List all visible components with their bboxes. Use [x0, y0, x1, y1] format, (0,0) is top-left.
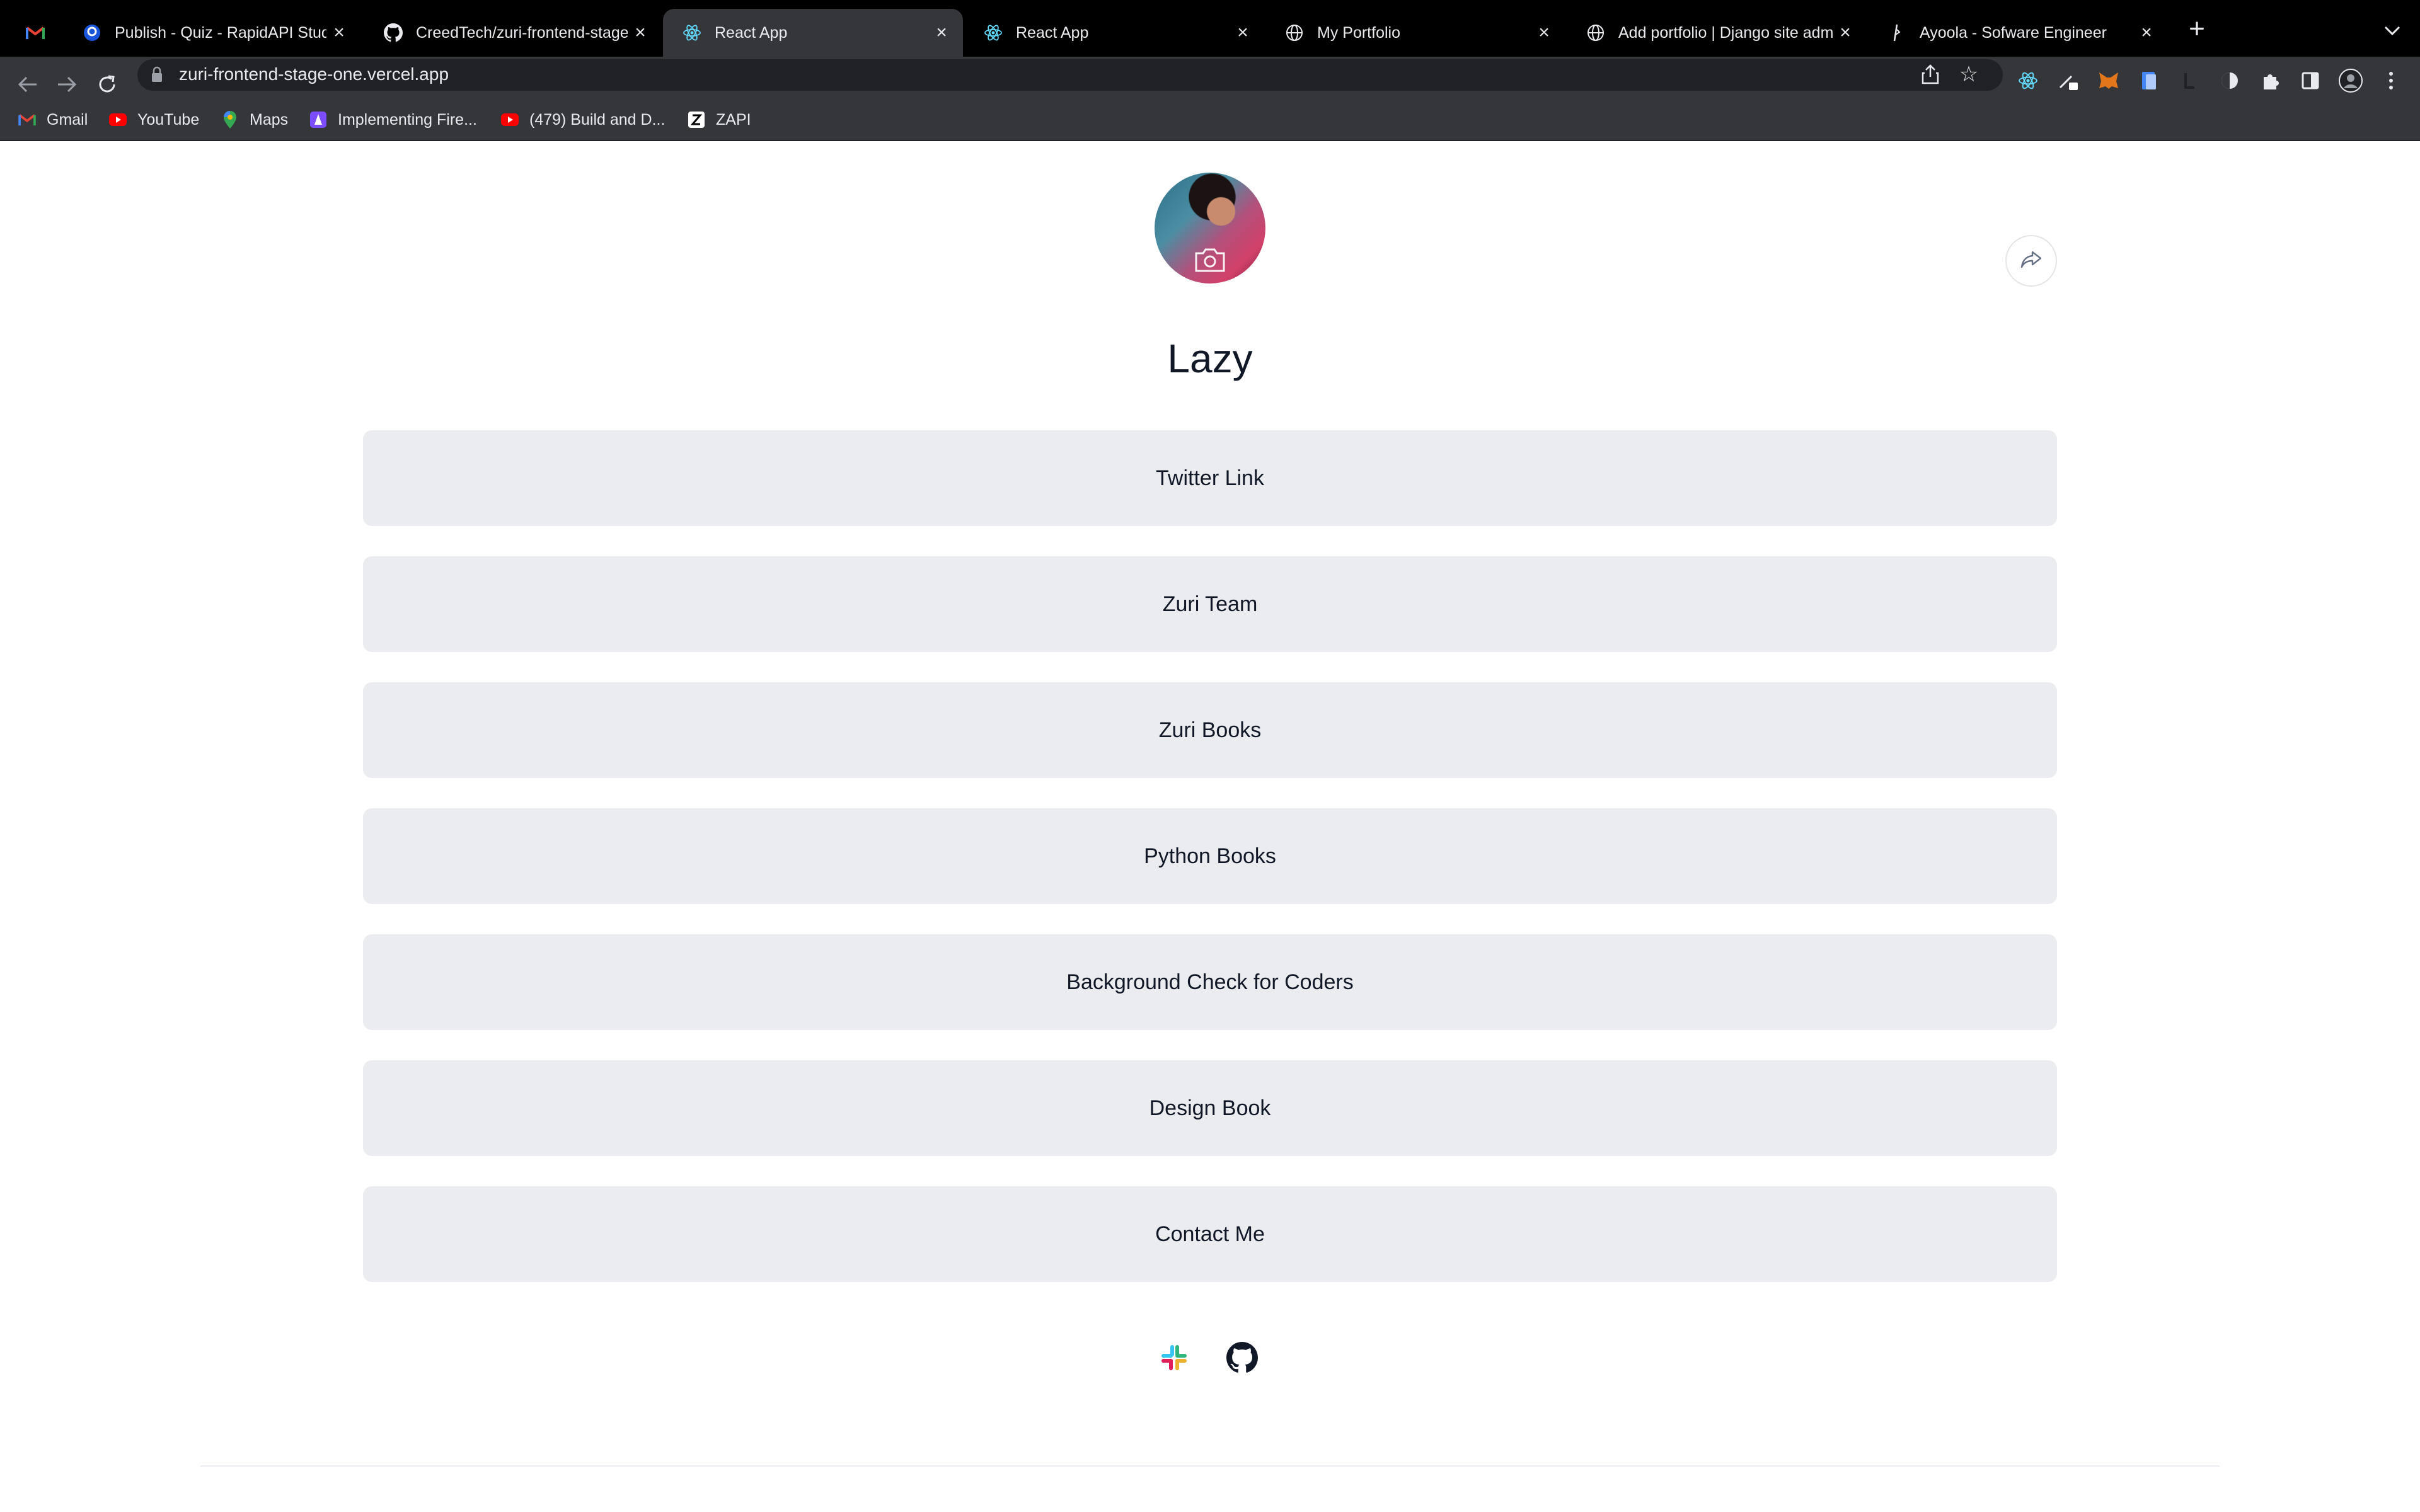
link-design-book[interactable]: Design Book	[363, 1060, 2057, 1156]
react-icon	[983, 23, 1003, 43]
youtube-icon	[500, 110, 519, 129]
maps-icon	[221, 110, 239, 129]
link-background-check[interactable]: Background Check for Coders	[363, 934, 2057, 1030]
bookmark-label: (479) Build and D...	[529, 110, 666, 129]
tab-title: My Portfolio	[1317, 23, 1400, 42]
links-list: Twitter Link Zuri Team Zuri Books Python…	[363, 430, 2057, 1312]
tab-ayoola[interactable]: Ayoola - Sofware Engineer ×	[1868, 9, 2168, 57]
close-icon[interactable]: ×	[1833, 20, 1858, 45]
share-page-icon[interactable]	[1920, 64, 1942, 86]
tab-title: React App	[715, 23, 788, 42]
firebase-icon	[309, 110, 328, 129]
profile-name: Lazy	[1167, 336, 1253, 381]
dark-mode-icon[interactable]	[2217, 68, 2242, 93]
tab-strip: Publish - Quiz - RapidAPI Studio × Creed…	[0, 0, 2420, 57]
tab-react-app-active[interactable]: React App ×	[663, 9, 963, 57]
tab-search-chevron-icon[interactable]	[2378, 16, 2406, 44]
close-icon[interactable]: ×	[929, 20, 954, 45]
close-icon[interactable]: ×	[1531, 20, 1557, 45]
ayoola-icon	[1887, 23, 1907, 43]
tab-title: CreedTech/zuri-frontend-stage-one	[416, 23, 628, 42]
link-python-books[interactable]: Python Books	[363, 808, 2057, 904]
extensions-puzzle-icon[interactable]	[2257, 68, 2283, 93]
share-button[interactable]	[2005, 235, 2057, 287]
bookmark-build-and-d[interactable]: (479) Build and D...	[500, 107, 665, 132]
docs-extension-icon[interactable]	[2136, 68, 2162, 93]
profile-avatar-icon[interactable]	[2338, 68, 2363, 93]
forward-icon[interactable]	[50, 68, 83, 101]
react-devtools-icon[interactable]	[2015, 68, 2041, 93]
share-icon	[2020, 250, 2043, 272]
footer-divider	[200, 1465, 2220, 1467]
globe-icon	[1284, 23, 1305, 43]
url-text[interactable]: zuri-frontend-stage-one.vercel.app	[179, 64, 449, 84]
link-twitter[interactable]: Twitter Link	[363, 430, 2057, 526]
bookmark-zapi[interactable]: ZAPI	[687, 107, 751, 132]
tab-github[interactable]: CreedTech/zuri-frontend-stage-one ×	[364, 9, 662, 57]
l-extension-icon[interactable]	[2177, 68, 2202, 93]
lock-icon[interactable]	[151, 66, 163, 84]
metamask-icon[interactable]	[2096, 68, 2121, 93]
address-bar[interactable]: zuri-frontend-stage-one.vercel.app ☆	[137, 59, 2003, 91]
gmail-icon	[18, 110, 37, 129]
chrome-menu-icon[interactable]	[2378, 68, 2404, 93]
bookmark-label: ZAPI	[716, 110, 751, 129]
tab-title: React App	[1016, 23, 1089, 42]
extension-pen-icon[interactable]	[2056, 68, 2081, 93]
back-icon[interactable]	[11, 68, 44, 101]
link-contact-me[interactable]: Contact Me	[363, 1186, 2057, 1282]
bookmark-implementing-fire[interactable]: Implementing Fire...	[309, 107, 477, 132]
tab-django-admin[interactable]: Add portfolio | Django site admin ×	[1567, 9, 1867, 57]
youtube-icon	[108, 110, 127, 129]
github-icon	[383, 23, 403, 43]
profile-avatar[interactable]	[1155, 173, 1265, 284]
bookmark-label: Maps	[250, 110, 289, 129]
globe-icon	[1586, 23, 1606, 43]
side-panel-icon[interactable]	[2298, 68, 2323, 93]
close-icon[interactable]: ×	[628, 20, 653, 45]
tab-react-app[interactable]: React App ×	[964, 9, 1264, 57]
camera-icon[interactable]	[1194, 247, 1226, 273]
react-icon	[682, 23, 702, 43]
reload-icon[interactable]	[91, 68, 124, 101]
bookmark-youtube[interactable]: YouTube	[108, 107, 199, 132]
rapidapi-icon	[82, 23, 102, 43]
link-zuri-team[interactable]: Zuri Team	[363, 556, 2057, 652]
gmail-icon	[25, 23, 45, 43]
bookmark-label: Implementing Fire...	[338, 110, 477, 129]
tab-title: Publish - Quiz - RapidAPI Studio	[115, 23, 326, 42]
bookmark-gmail[interactable]: Gmail	[18, 107, 88, 132]
bookmark-star-icon[interactable]: ☆	[1956, 62, 1981, 87]
tab-gmail[interactable]	[0, 9, 63, 57]
bookmarks-bar: Gmail YouTube Maps Implementing Fire... …	[0, 101, 2420, 141]
tab-title: Add portfolio | Django site admin	[1618, 23, 1833, 42]
new-tab-button[interactable]: +	[2183, 15, 2211, 44]
close-icon[interactable]: ×	[1230, 20, 1255, 45]
tab-title: Ayoola - Sofware Engineer	[1920, 23, 2107, 42]
tab-my-portfolio[interactable]: My Portfolio ×	[1265, 9, 1565, 57]
tab-rapidapi[interactable]: Publish - Quiz - RapidAPI Studio ×	[63, 9, 360, 57]
slack-icon[interactable]	[1156, 1339, 1192, 1376]
github-icon[interactable]	[1224, 1339, 1260, 1376]
close-icon[interactable]: ×	[2134, 20, 2159, 45]
zapi-icon	[687, 110, 706, 129]
close-icon[interactable]: ×	[326, 20, 352, 45]
bookmark-label: Gmail	[47, 110, 88, 129]
bookmark-label: YouTube	[137, 110, 200, 129]
link-zuri-books[interactable]: Zuri Books	[363, 682, 2057, 778]
bookmark-maps[interactable]: Maps	[221, 107, 288, 132]
